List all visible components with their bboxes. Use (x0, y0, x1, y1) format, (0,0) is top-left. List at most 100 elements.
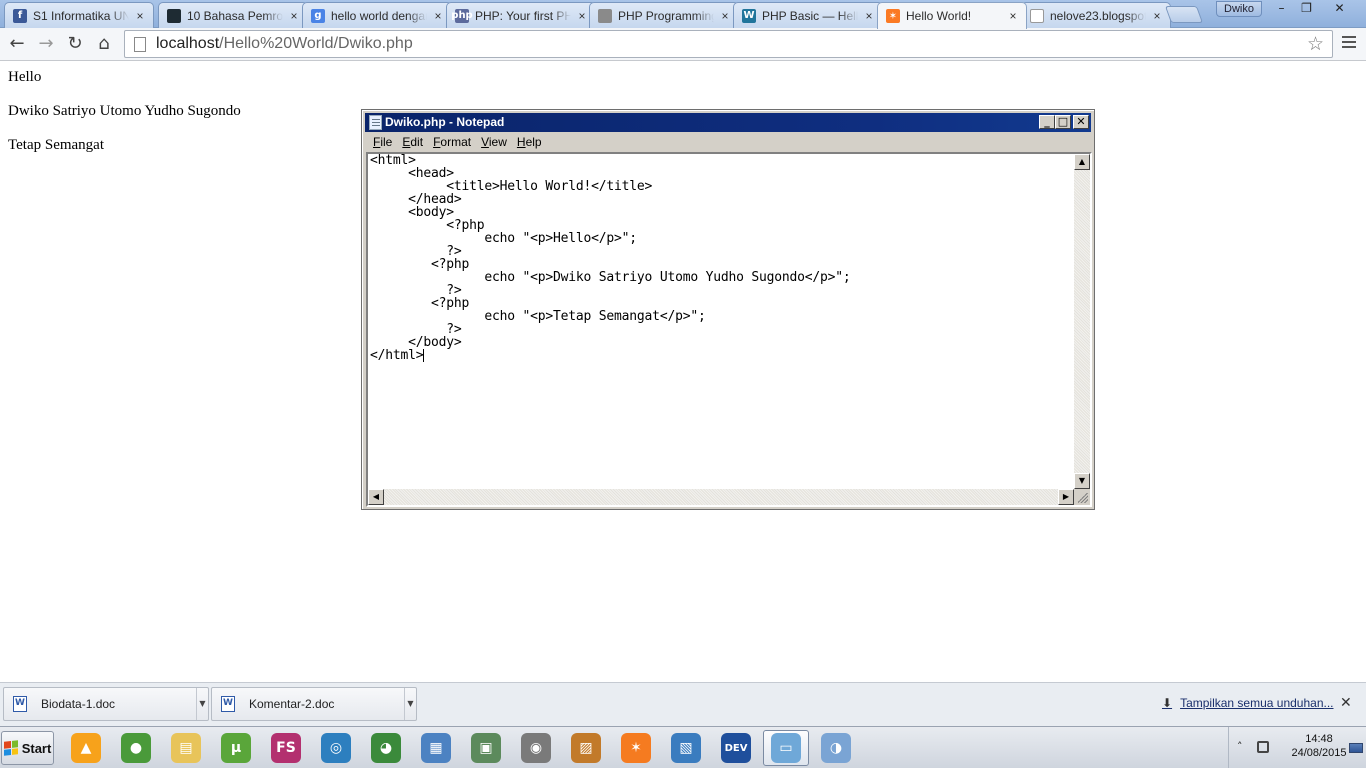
google-icon: g (311, 8, 325, 23)
reload-icon[interactable]: ↻ (63, 32, 87, 56)
home-icon[interactable]: ⌂ (92, 32, 116, 56)
taskbar-app-button[interactable]: ▤ (163, 730, 209, 766)
clock[interactable]: 14:48 24/08/2015 (1289, 732, 1349, 760)
start-button[interactable]: Start (1, 731, 54, 765)
menu-help[interactable]: Help (512, 135, 547, 149)
vlc-icon: ▲ (71, 733, 101, 763)
horizontal-scrollbar[interactable]: ◀ ▶ (368, 489, 1074, 505)
tab-close-icon[interactable]: × (133, 9, 147, 23)
taskbar-app-button[interactable]: ▨ (563, 730, 609, 766)
download-item[interactable]: Komentar-2.doc ▼ (211, 687, 417, 721)
download-menu-icon[interactable]: ▼ (196, 688, 208, 720)
menu-edit[interactable]: Edit (397, 135, 428, 149)
close-icon[interactable]: ✕ (1326, 0, 1353, 18)
movie-maker-icon: ▨ (571, 733, 601, 763)
windows-logo-icon (3, 740, 18, 756)
tab-close-icon[interactable]: × (862, 9, 876, 23)
taskbar-app-button[interactable]: ◎ (313, 730, 359, 766)
show-all-downloads-link[interactable]: ⬇ Tampilkan semua unduhan... (1162, 696, 1334, 710)
taskbar-app-button[interactable]: ▧ (663, 730, 709, 766)
xampp-icon: ✶ (886, 9, 900, 23)
show-desktop-icon[interactable] (1349, 743, 1363, 753)
notepad-icon: ▭ (771, 733, 801, 763)
clock-time: 14:48 (1305, 733, 1333, 745)
taskbar-app-button[interactable]: ✶ (613, 730, 659, 766)
taskbar-app-button[interactable]: ◉ (513, 730, 559, 766)
taskbar-app-button[interactable]: ▣ (463, 730, 509, 766)
minimize-icon[interactable]: – (1268, 0, 1295, 18)
back-icon[interactable]: ← (5, 32, 29, 56)
download-arrow-icon: ⬇ (1162, 696, 1173, 710)
forward-icon[interactable]: → (34, 32, 58, 56)
chrome-icon: ● (121, 733, 151, 763)
camera-icon: ◉ (521, 733, 551, 763)
site-icon (167, 8, 181, 23)
scroll-left-icon[interactable]: ◀ (368, 489, 384, 505)
new-tab-button[interactable] (1164, 6, 1204, 23)
word-doc-icon (221, 696, 235, 712)
profile-button[interactable]: Dwiko (1216, 1, 1262, 17)
bookmark-star-icon[interactable]: ☆ (1307, 33, 1324, 55)
browser-tab[interactable]: f S1 Informatika UN × (4, 2, 154, 28)
taskbar-app-button[interactable]: DEV (713, 730, 759, 766)
xampp-icon: ✶ (621, 733, 651, 763)
resize-grip-icon[interactable] (1074, 489, 1090, 505)
menu-file[interactable]: File (368, 135, 397, 149)
taskbar-app-button[interactable]: ▲ (63, 730, 109, 766)
menu-view[interactable]: View (476, 135, 512, 149)
taskbar-app-button[interactable]: ▦ (413, 730, 459, 766)
taskbar-app-button[interactable]: ◑ (813, 730, 859, 766)
notepad-text-area[interactable]: <html> <head> <title>Hello World!</title… (366, 152, 1092, 507)
download-item[interactable]: Biodata-1.doc ▼ (3, 687, 209, 721)
tab-label: hello world dengan (331, 8, 427, 23)
tab-close-icon[interactable]: × (287, 9, 301, 23)
notepad-window[interactable]: Dwiko.php - Notepad _ □ ✕ File Edit Form… (361, 109, 1095, 510)
tab-label: PHP Programming (618, 8, 714, 23)
close-download-bar-icon[interactable]: ✕ (1340, 695, 1352, 711)
notepad-close-button[interactable]: ✕ (1073, 115, 1089, 129)
browser-tab[interactable]: W PHP Basic — Hello × (733, 2, 883, 28)
notepad-titlebar[interactable]: Dwiko.php - Notepad _ □ ✕ (365, 113, 1091, 132)
browser-tab[interactable]: 10 Bahasa Pemrog × (158, 2, 308, 28)
vertical-scrollbar[interactable]: ▲ ▼ (1074, 154, 1090, 489)
restore-icon[interactable]: ❐ (1293, 0, 1320, 18)
url-text[interactable]: localhost/Hello%20World/Dwiko.php (156, 35, 413, 53)
menu-format[interactable]: Format (428, 135, 476, 149)
scroll-up-icon[interactable]: ▲ (1074, 154, 1090, 170)
network-status-icon[interactable] (1257, 741, 1269, 753)
browser-tab[interactable]: nelove23.blogspot × (1021, 2, 1171, 28)
address-bar[interactable]: localhost/Hello%20World/Dwiko.php ☆ (124, 30, 1333, 58)
tab-close-icon[interactable]: × (1006, 9, 1020, 23)
taskbar-app-button[interactable]: ◕ (363, 730, 409, 766)
scroll-right-icon[interactable]: ▶ (1058, 489, 1074, 505)
taskbar-app-button[interactable]: ● (113, 730, 159, 766)
tab-close-icon[interactable]: × (431, 9, 445, 23)
browser-tab[interactable]: g hello world dengan × (302, 2, 452, 28)
taskbar-app-button[interactable]: ▭ (763, 730, 809, 766)
fs-icon: FS (271, 733, 301, 763)
notepad-title: Dwiko.php - Notepad (385, 115, 505, 129)
notepad-minimize-button[interactable]: _ (1039, 115, 1055, 129)
download-menu-icon[interactable]: ▼ (404, 688, 416, 720)
scroll-down-icon[interactable]: ▼ (1074, 473, 1090, 489)
taskbar-app-button[interactable]: FS (263, 730, 309, 766)
taskbar-app-button[interactable]: µ (213, 730, 259, 766)
paint-icon: ◑ (821, 733, 851, 763)
browser-tab[interactable]: php PHP: Your first PH × (446, 2, 596, 28)
tab-close-icon[interactable]: × (718, 9, 732, 23)
chrome-menu-icon[interactable] (1342, 36, 1356, 51)
tab-close-icon[interactable]: × (575, 9, 589, 23)
network-icon: ◎ (321, 733, 351, 763)
paragraph-hello: Hello (8, 69, 42, 85)
browser-tab[interactable]: PHP Programming × (589, 2, 739, 28)
code-text[interactable]: <html> <head> <title>Hello World!</title… (370, 154, 851, 363)
wikibooks-icon (598, 8, 612, 23)
tab-label: PHP Basic — Hello (762, 8, 858, 23)
tab-close-icon[interactable]: × (1150, 9, 1164, 23)
show-hidden-icons-icon[interactable]: ˄ (1237, 740, 1243, 753)
notepad-maximize-button[interactable]: □ (1055, 115, 1071, 129)
browser-tab[interactable]: ✶ Hello World! × (877, 2, 1027, 29)
notepad-icon (369, 115, 382, 130)
tab-label: Hello World! (906, 9, 972, 23)
code-line: </html> (370, 348, 425, 363)
